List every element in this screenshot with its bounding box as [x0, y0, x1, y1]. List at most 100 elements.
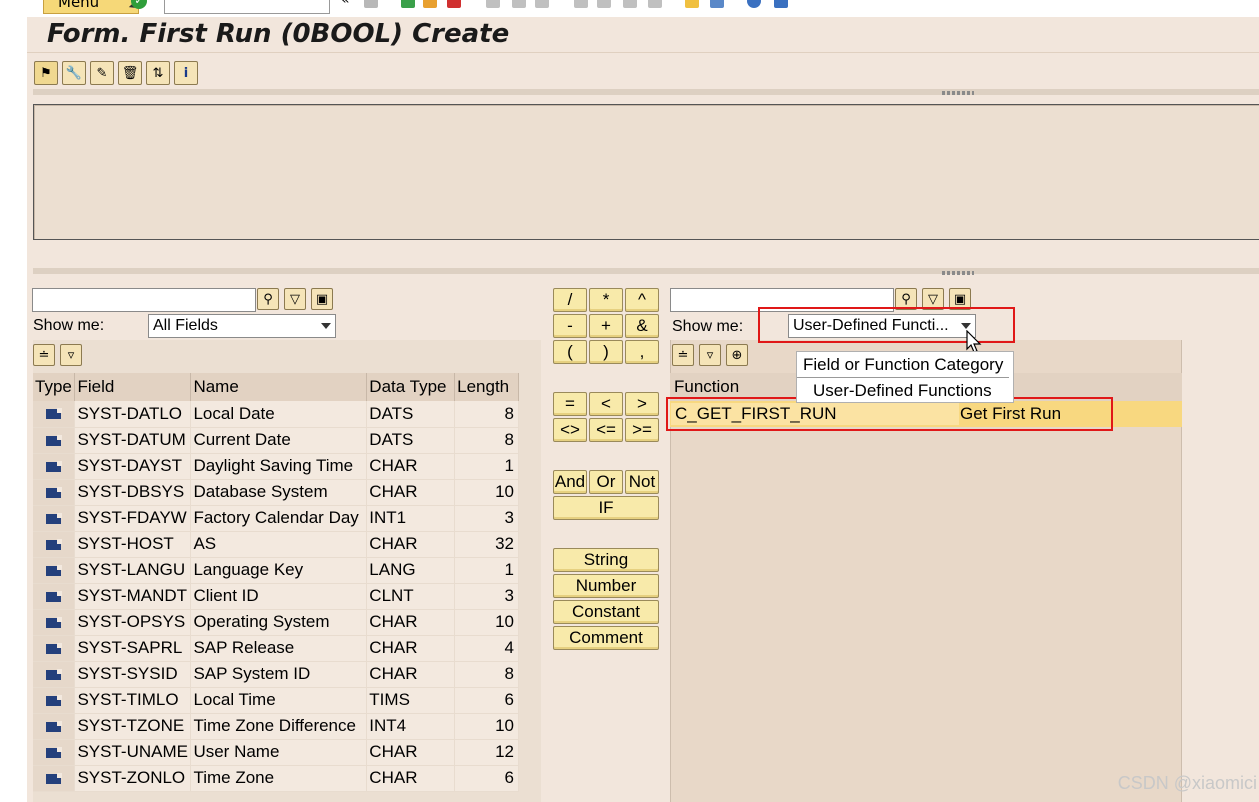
top-splitter[interactable] [33, 89, 1259, 95]
field-cell[interactable]: SYST-DBSYS [74, 479, 192, 506]
name-cell[interactable]: Operating System [190, 609, 368, 636]
op-close-paren-button[interactable]: ) [589, 340, 623, 364]
info-icon[interactable]: i [174, 61, 198, 85]
dropdown-option-category[interactable]: Field or Function Category [797, 352, 1009, 378]
dropdown-option-user-defined[interactable]: User-Defined Functions [797, 378, 1013, 404]
op-minus-button[interactable]: - [553, 314, 587, 338]
table-row[interactable]: SYST-TIMLO Local Time TIMS 6 [33, 687, 519, 714]
middle-splitter-grip-icon[interactable] [942, 271, 974, 275]
col-data-type[interactable]: Data Type [366, 373, 456, 401]
name-cell[interactable]: Daylight Saving Time [190, 453, 368, 480]
field-cell[interactable]: SYST-HOST [74, 531, 192, 558]
length-cell[interactable]: 1 [454, 453, 519, 480]
col-type[interactable]: Type [33, 373, 76, 401]
length-cell[interactable]: 10 [454, 479, 519, 506]
exit-icon[interactable] [423, 0, 437, 8]
print-icon[interactable] [486, 0, 500, 8]
settings-icon[interactable]: 🔧 [62, 61, 86, 85]
field-cell[interactable]: SYST-SAPRL [74, 635, 192, 662]
table-row[interactable]: SYST-DAYST Daylight Saving Time CHAR 1 [33, 453, 519, 480]
shortcut-icon[interactable] [710, 0, 724, 8]
left-find-next-icon[interactable]: ▣ [311, 288, 333, 310]
data-type-cell[interactable]: INT1 [366, 505, 456, 532]
op-multiply-button[interactable]: * [589, 288, 623, 312]
field-cell[interactable]: SYST-DATUM [74, 427, 192, 454]
length-cell[interactable]: 32 [454, 531, 519, 558]
left-show-me-select[interactable]: All Fields [148, 314, 336, 338]
middle-splitter[interactable] [33, 268, 1259, 274]
table-row[interactable]: SYST-ZONLO Time Zone CHAR 6 [33, 765, 519, 792]
data-type-cell[interactable]: CHAR [366, 453, 456, 480]
comment-button[interactable]: Comment [553, 626, 659, 650]
name-cell[interactable]: Time Zone Difference [190, 713, 368, 740]
length-cell[interactable]: 6 [454, 687, 519, 714]
data-type-cell[interactable]: CHAR [366, 765, 456, 792]
field-cell[interactable]: SYST-UNAME [74, 739, 192, 766]
col-field[interactable]: Field [74, 373, 192, 401]
table-row[interactable]: SYST-TZONE Time Zone Difference INT4 10 [33, 713, 519, 740]
data-type-cell[interactable]: CLNT [366, 583, 456, 610]
data-type-cell[interactable]: CHAR [366, 479, 456, 506]
data-type-cell[interactable]: LANG [366, 557, 456, 584]
left-search-input[interactable] [32, 288, 256, 312]
delete-icon[interactable]: 🗑 [118, 61, 142, 85]
number-button[interactable]: Number [553, 574, 659, 598]
data-type-cell[interactable]: CHAR [366, 609, 456, 636]
data-type-cell[interactable]: DATS [366, 401, 456, 428]
cancel-icon[interactable] [447, 0, 461, 8]
back-icon[interactable] [401, 0, 415, 8]
data-type-cell[interactable]: TIMS [366, 687, 456, 714]
last-page-icon[interactable] [648, 0, 662, 8]
op-if-button[interactable]: IF [553, 496, 659, 520]
data-type-cell[interactable]: DATS [366, 427, 456, 454]
length-cell[interactable]: 6 [454, 765, 519, 792]
field-cell[interactable]: SYST-DAYST [74, 453, 192, 480]
table-row[interactable]: SYST-SAPRL SAP Release CHAR 4 [33, 635, 519, 662]
length-cell[interactable]: 8 [454, 427, 519, 454]
op-concat-button[interactable]: & [625, 314, 659, 338]
string-button[interactable]: String [553, 548, 659, 572]
field-cell[interactable]: SYST-DATLO [74, 401, 192, 428]
left-sort-asc-icon[interactable]: ≐ [33, 344, 55, 366]
name-cell[interactable]: Database System [190, 479, 368, 506]
op-greater-equal-button[interactable]: >= [625, 418, 659, 442]
menu-button[interactable]: Menu [43, 0, 139, 14]
find-next-icon[interactable] [535, 0, 549, 8]
field-cell[interactable]: SYST-SYSID [74, 661, 192, 688]
constant-button[interactable]: Constant [553, 600, 659, 624]
op-power-button[interactable]: ^ [625, 288, 659, 312]
op-greater-button[interactable]: > [625, 392, 659, 416]
name-cell[interactable]: Time Zone [190, 765, 368, 792]
length-cell[interactable]: 8 [454, 401, 519, 428]
op-less-equal-button[interactable]: <= [589, 418, 623, 442]
formula-editor[interactable] [33, 104, 1259, 240]
data-type-cell[interactable]: CHAR [366, 661, 456, 688]
field-cell[interactable]: SYST-FDAYW [74, 505, 192, 532]
op-open-paren-button[interactable]: ( [553, 340, 587, 364]
data-type-cell[interactable]: INT4 [366, 713, 456, 740]
op-not-equal-button[interactable]: <> [553, 418, 587, 442]
op-comma-button[interactable]: , [625, 340, 659, 364]
length-cell[interactable]: 10 [454, 713, 519, 740]
field-cell[interactable]: SYST-ZONLO [74, 765, 192, 792]
collapse-icon[interactable]: « [341, 0, 350, 8]
field-cell[interactable]: SYST-LANGU [74, 557, 192, 584]
save-icon[interactable] [364, 0, 378, 8]
table-row[interactable]: SYST-SYSID SAP System ID CHAR 8 [33, 661, 519, 688]
name-cell[interactable]: Client ID [190, 583, 368, 610]
op-plus-button[interactable]: + [589, 314, 623, 338]
table-row[interactable]: SYST-DATLO Local Date DATS 8 [33, 401, 519, 428]
right-sort-filter-icon[interactable]: ▿ [699, 344, 721, 366]
name-cell[interactable]: Local Time [190, 687, 368, 714]
command-field[interactable] [164, 0, 330, 14]
data-type-cell[interactable]: CHAR [366, 531, 456, 558]
prev-page-icon[interactable] [597, 0, 611, 8]
op-not-button[interactable]: Not [625, 470, 659, 494]
name-cell[interactable]: Factory Calendar Day [190, 505, 368, 532]
left-search-icon[interactable]: ⚲ [257, 288, 279, 310]
op-divide-button[interactable]: / [553, 288, 587, 312]
field-cell[interactable]: SYST-OPSYS [74, 609, 192, 636]
op-less-button[interactable]: < [589, 392, 623, 416]
name-cell[interactable]: Local Date [190, 401, 368, 428]
field-cell[interactable]: SYST-TIMLO [74, 687, 192, 714]
